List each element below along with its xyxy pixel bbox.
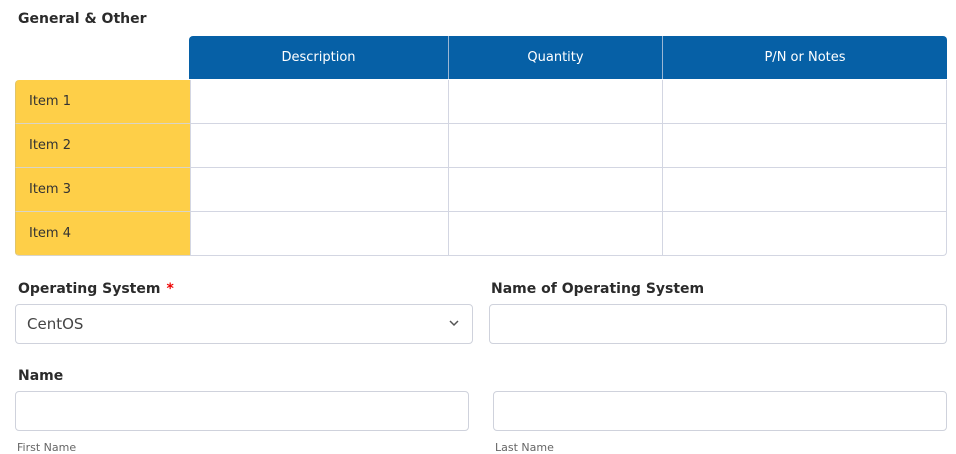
operating-system-select[interactable]: CentOS (15, 304, 473, 344)
cell-notes[interactable] (663, 80, 947, 124)
cell-notes[interactable] (663, 124, 947, 168)
section-title: General & Other (18, 11, 147, 27)
os-name-input[interactable] (489, 304, 947, 344)
cell-description[interactable] (190, 212, 449, 256)
cell-description[interactable] (190, 80, 449, 124)
cell-notes[interactable] (663, 212, 947, 256)
cell-quantity[interactable] (449, 124, 663, 168)
cell-quantity[interactable] (449, 212, 663, 256)
cell-quantity[interactable] (449, 80, 663, 124)
operating-system-value: CentOS (27, 315, 84, 333)
row-label: Item 3 (15, 168, 190, 212)
cell-notes[interactable] (663, 168, 947, 212)
header-quantity: Quantity (449, 36, 663, 79)
first-name-input[interactable] (15, 391, 469, 431)
chevron-down-icon (449, 320, 459, 327)
required-marker: * (166, 281, 174, 297)
row-label: Item 2 (15, 124, 190, 168)
header-notes: P/N or Notes (663, 36, 947, 79)
header-description: Description (189, 36, 449, 79)
row-label: Item 4 (15, 212, 190, 256)
row-label: Item 1 (15, 80, 190, 124)
os-name-label: Name of Operating System (491, 281, 705, 297)
operating-system-label: Operating System * (18, 281, 174, 297)
last-name-input[interactable] (493, 391, 947, 431)
cell-description[interactable] (190, 168, 449, 212)
cell-description[interactable] (190, 124, 449, 168)
cell-quantity[interactable] (449, 168, 663, 212)
name-label: Name (18, 368, 64, 384)
